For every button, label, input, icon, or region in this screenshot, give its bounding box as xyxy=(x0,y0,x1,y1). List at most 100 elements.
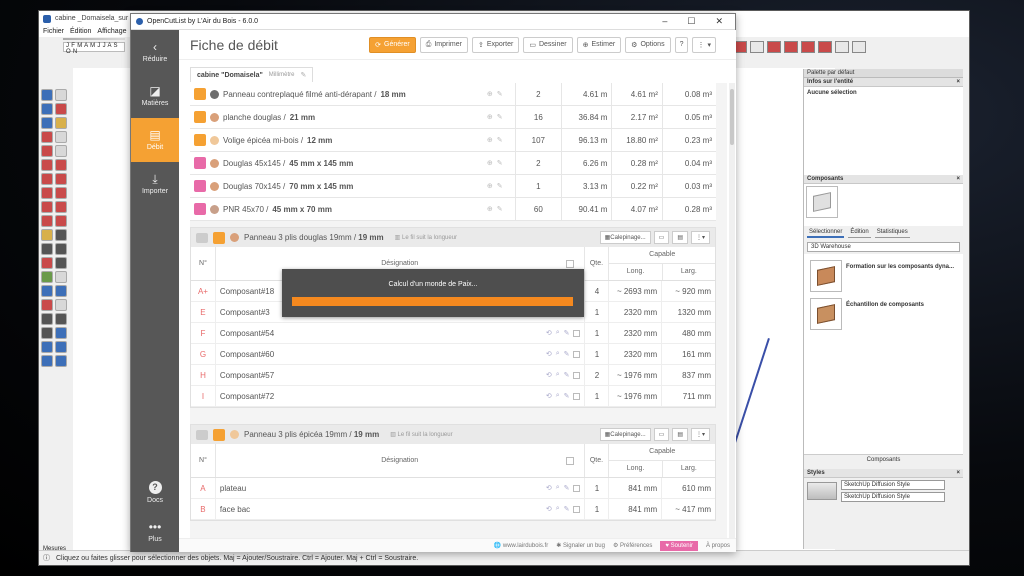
grain-flip-icon[interactable]: ⟲ xyxy=(546,392,552,400)
style-row[interactable]: SketchUp Diffusion Style SketchUp Diffus… xyxy=(804,478,963,504)
style-shaded-icon[interactable] xyxy=(784,41,798,53)
part-checkbox[interactable] xyxy=(573,329,581,337)
table-row[interactable]: Bface bac ⟲ ⌕ ✎ 1 841 mm ~ 417 mm xyxy=(191,498,715,520)
menu-fichier[interactable]: Fichier xyxy=(43,28,64,35)
vertical-scrollbar[interactable] xyxy=(729,83,735,538)
sidebar-item-materials[interactable]: ◪ Matières xyxy=(131,74,179,118)
add-icon[interactable]: ⊕ xyxy=(487,90,493,98)
material-row[interactable]: planche douglas / 21 mm ⊕ ✎ 16 36.84 m 2.17 m… xyxy=(190,105,716,129)
menu-edition[interactable]: Édition xyxy=(70,28,91,35)
report-bug-link[interactable]: ✱ Signaler un bug xyxy=(556,542,605,549)
style-wireframe-icon[interactable] xyxy=(750,41,764,53)
sidebar-item-reduce[interactable]: ‹ Réduire xyxy=(131,30,179,74)
extension-warehouse-icon[interactable] xyxy=(55,341,67,353)
edit-icon[interactable]: ✎ xyxy=(497,136,503,144)
edit-icon[interactable]: ✎ xyxy=(497,90,503,98)
grain-flip-icon[interactable]: ⟲ xyxy=(546,350,552,358)
arc2-tool-icon[interactable] xyxy=(55,173,67,185)
move-tool-icon[interactable] xyxy=(41,187,53,199)
search-icon[interactable]: ⌕ xyxy=(556,371,560,379)
section-plane-icon[interactable] xyxy=(835,41,849,53)
push-pull-tool-icon[interactable] xyxy=(55,187,67,199)
sheet-button[interactable]: ▤ xyxy=(672,231,688,244)
component-tool-icon[interactable] xyxy=(41,103,53,115)
material-row[interactable]: Volige épicéa mi-bois / 12 mm ⊕ ✎ 107 96.13 … xyxy=(190,128,716,152)
help-button[interactable]: ? xyxy=(674,36,689,53)
section-display-icon[interactable] xyxy=(852,41,866,53)
part-checkbox[interactable] xyxy=(573,505,581,513)
extension-manager-icon[interactable] xyxy=(55,355,67,367)
style-hidden-line-icon[interactable] xyxy=(767,41,781,53)
edit-icon[interactable]: ✎ xyxy=(497,205,503,213)
edit-icon[interactable]: ✎ xyxy=(564,329,570,337)
grain-flip-icon[interactable]: ⟲ xyxy=(546,371,552,379)
orbit-tool-icon[interactable] xyxy=(41,271,53,283)
warehouse-search-input[interactable]: 3D Warehouse xyxy=(807,242,960,252)
group-header[interactable]: Panneau 3 plis épicéa 19mm / 19 mm ▥ Le f… xyxy=(191,425,715,444)
labels-button[interactable]: ▭ xyxy=(653,231,670,244)
edit-icon[interactable]: ✎ xyxy=(564,484,570,492)
scrollbar-thumb[interactable] xyxy=(730,89,734,145)
rotate-tool-icon[interactable] xyxy=(41,201,53,213)
search-icon[interactable]: ⌕ xyxy=(556,350,560,358)
tab-statistics[interactable]: Statistiques xyxy=(874,228,910,238)
walk-tool-icon[interactable] xyxy=(55,313,67,325)
draw-button[interactable]: ▭ Dessiner xyxy=(523,36,573,53)
time-slider[interactable] xyxy=(63,38,125,40)
pan-tool-icon[interactable] xyxy=(55,271,67,283)
scale-tool-icon[interactable] xyxy=(41,215,53,227)
offset-tool-icon[interactable] xyxy=(55,215,67,227)
search-icon[interactable]: ⌕ xyxy=(556,392,560,400)
close-icon[interactable]: × xyxy=(956,79,960,85)
edit-icon[interactable]: ✎ xyxy=(564,350,570,358)
export-button[interactable]: ⇪ Exporter xyxy=(471,36,520,53)
zoom-window-tool-icon[interactable] xyxy=(55,285,67,297)
look-around-icon[interactable] xyxy=(41,327,53,339)
material-row[interactable]: PNR 45x70 / 45 mm x 70 mm ⊕ ✎ 60 90.41 m 4.07… xyxy=(190,197,716,221)
material-row[interactable]: Douglas 45x145 / 45 mm x 145 mm ⊕ ✎ 2 6.26 m… xyxy=(190,151,716,175)
rotated-rect-tool-icon[interactable] xyxy=(55,145,67,157)
section-tool-icon[interactable] xyxy=(55,327,67,339)
menu-affichage[interactable]: Affichage xyxy=(97,28,126,35)
select-tool-icon[interactable] xyxy=(41,89,53,101)
3d-text-tool-icon[interactable] xyxy=(55,257,67,269)
grain-flip-icon[interactable]: ⟲ xyxy=(546,329,552,337)
close-icon[interactable]: × xyxy=(956,176,960,182)
table-row[interactable]: I Composant#72 ⟲ ⌕ ✎ 1 ~ 1976 mm 711 mm xyxy=(191,385,715,407)
zoom-extents-tool-icon[interactable] xyxy=(41,299,53,311)
add-icon[interactable]: ⊕ xyxy=(487,113,493,121)
search-icon[interactable]: ⌕ xyxy=(556,329,560,337)
text-tool-icon[interactable] xyxy=(55,243,67,255)
style-monochrome-icon[interactable] xyxy=(818,41,832,53)
polygon-tool-icon[interactable] xyxy=(55,159,67,171)
add-icon[interactable]: ⊕ xyxy=(487,159,493,167)
eraser-tool-icon[interactable] xyxy=(55,103,67,115)
material-row[interactable]: Panneau contreplaqué filmé anti-dérapant… xyxy=(190,82,716,106)
more-button[interactable]: ⋮ ▾ xyxy=(692,36,716,53)
maximize-icon[interactable]: ☐ xyxy=(687,16,695,27)
list-item[interactable]: Formation sur les composants dyna... xyxy=(807,257,960,295)
edit-icon[interactable]: ✎ xyxy=(497,182,503,190)
edit-icon[interactable]: ✎ xyxy=(497,113,503,121)
layout-button[interactable]: ▦ Calepinage... xyxy=(599,231,651,244)
sidebar-item-import[interactable]: ⤓ Importer xyxy=(131,162,179,206)
select-all-checkbox[interactable] xyxy=(565,260,574,268)
freehand-tool-icon[interactable] xyxy=(55,131,67,143)
sheet-button[interactable]: ▤ xyxy=(672,428,688,441)
rectangle-tool-icon[interactable] xyxy=(41,145,53,157)
grain-flip-icon[interactable]: ⟲ xyxy=(546,505,552,513)
tab-select[interactable]: Sélectionner xyxy=(807,228,845,238)
edit-icon[interactable]: ✎ xyxy=(300,71,306,79)
zoom-tool-icon[interactable] xyxy=(41,285,53,297)
table-row[interactable]: F Composant#54 ⟲ ⌕ ✎ 1 2320 mm 480 mm xyxy=(191,322,715,344)
material-row[interactable]: Douglas 70x145 / 70 mm x 145 mm ⊕ ✎ 1 3.13 m… xyxy=(190,174,716,198)
style-textured-icon[interactable] xyxy=(801,41,815,53)
lasso-tool-icon[interactable] xyxy=(55,89,67,101)
search-icon[interactable]: ⌕ xyxy=(556,484,560,492)
preferences-link[interactable]: ⚙ Préférences xyxy=(613,542,652,549)
generate-button[interactable]: ⟳ Générer xyxy=(369,36,416,53)
group-header[interactable]: Panneau 3 plis douglas 19mm / 19 mm ▥ Le … xyxy=(191,228,715,247)
edit-icon[interactable]: ✎ xyxy=(497,159,503,167)
options-button[interactable]: ⚙ Options xyxy=(625,36,671,53)
list-item[interactable]: Échantillon de composants xyxy=(807,295,960,333)
